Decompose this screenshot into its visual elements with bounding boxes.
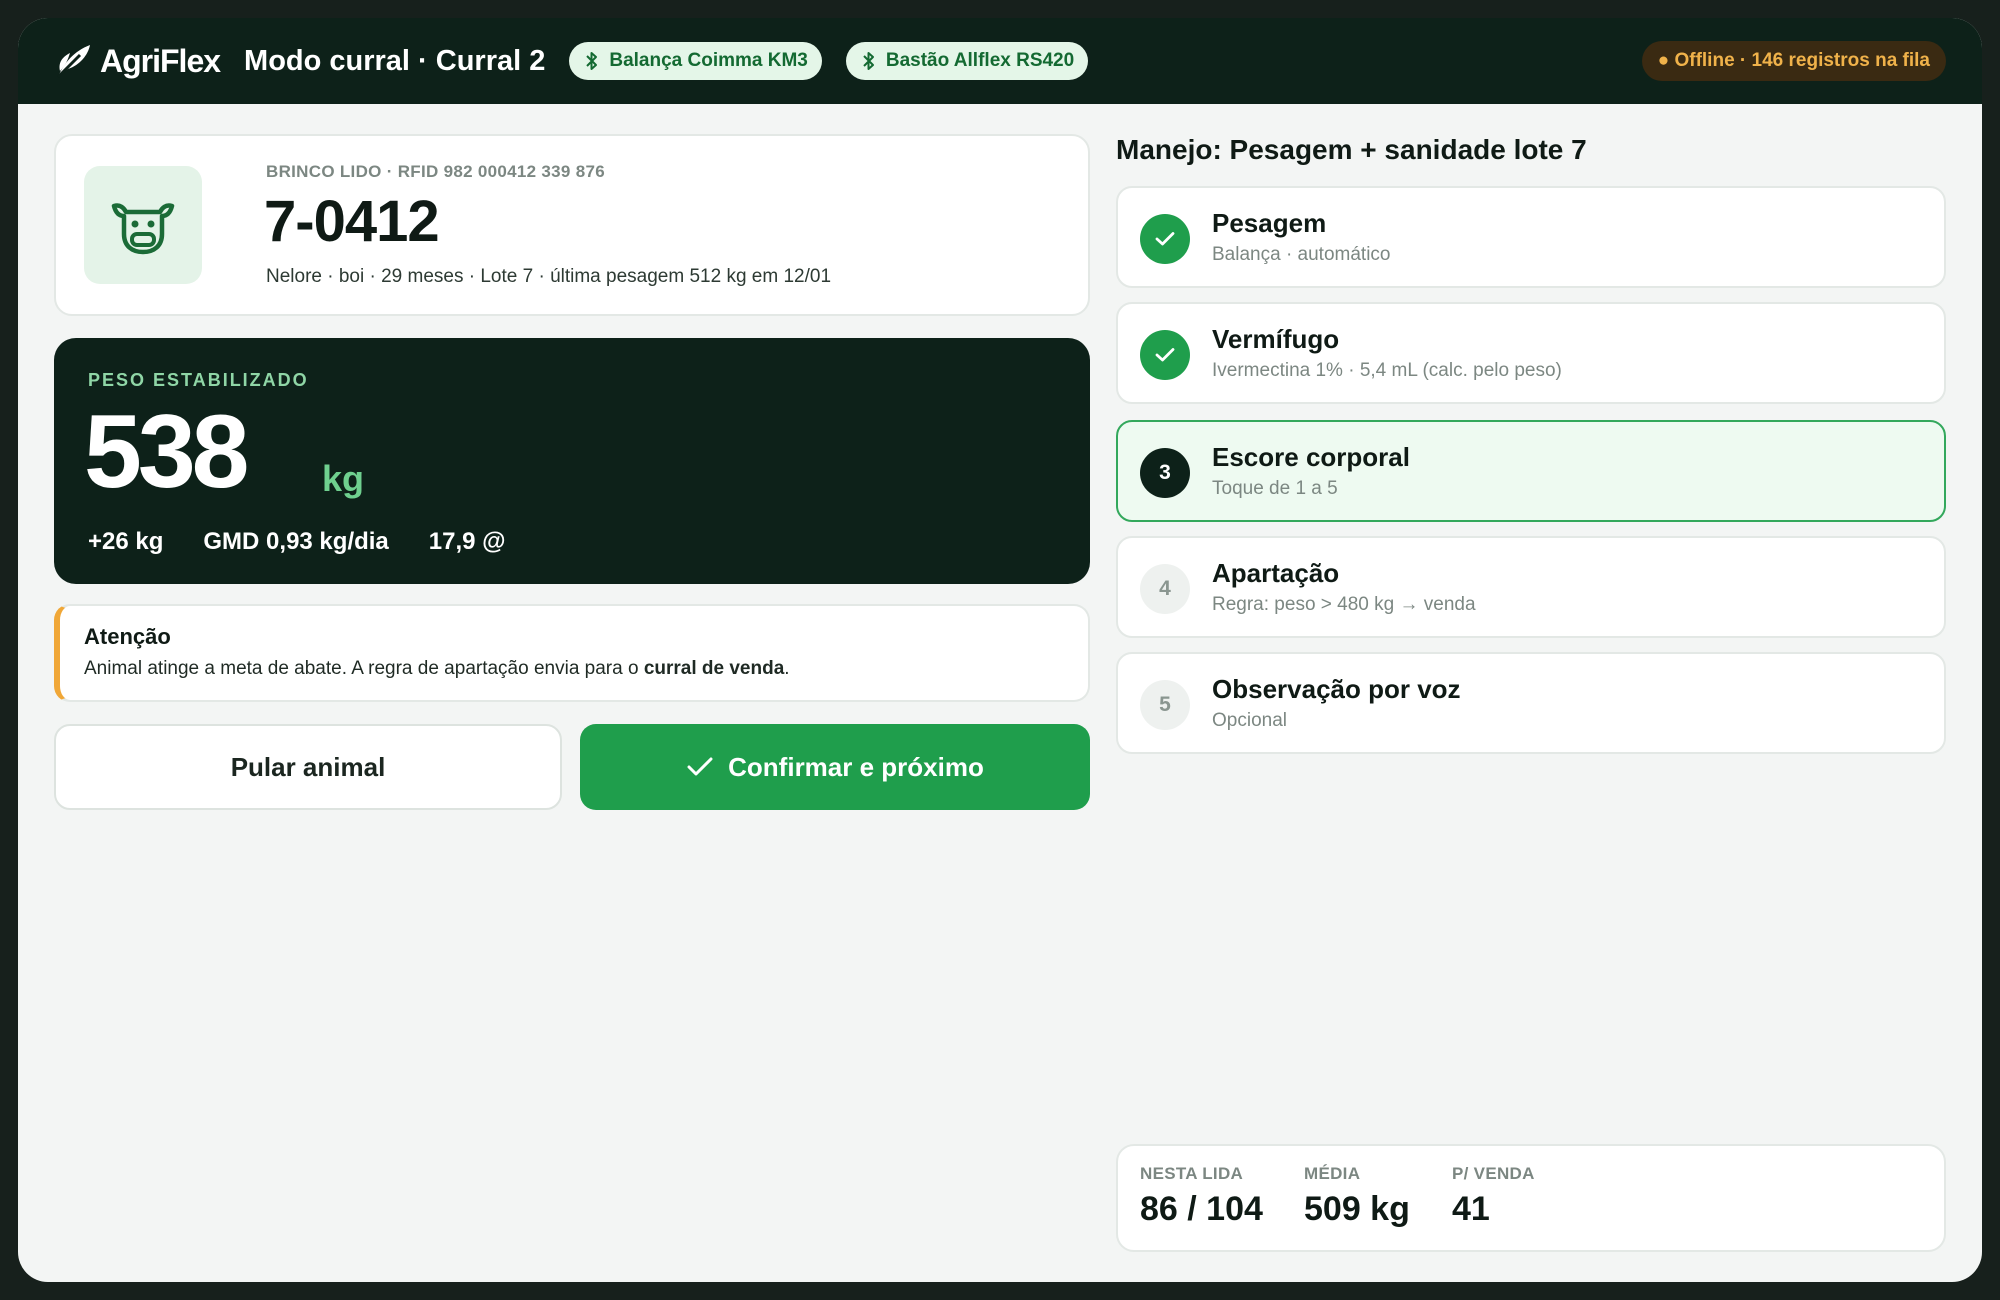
brand-name: AgriFlex (100, 42, 221, 79)
bluetooth-icon (586, 52, 598, 70)
animal-avatar (84, 166, 202, 284)
rfid-label: BRINCO LIDO · RFID 982 000412 339 876 (266, 162, 605, 181)
confirm-button-label: Confirmar e próximo (728, 751, 984, 782)
alert-text-highlight: curral de venda (643, 658, 785, 679)
step-subtitle: Ivermectina 1% · 5,4 mL (calc. pelo peso… (1212, 360, 1562, 381)
step-status-done (1140, 330, 1190, 380)
step-vermifugo[interactable]: Vermífugo Ivermectina 1% · 5,4 mL (calc.… (1116, 302, 1946, 404)
weight-label: PESO ESTABILIZADO (88, 370, 309, 390)
offline-status-text: ● Offline · 146 registros na fila (1657, 50, 1930, 71)
summary-label: MÉDIA (1304, 1164, 1361, 1183)
leaf-icon (56, 45, 90, 79)
animal-meta: Nelore · boi · 29 meses · Lote 7 · últim… (266, 266, 832, 287)
scale-connection-chip[interactable]: Balança Coimma KM3 (569, 42, 822, 80)
step-observacao-voz[interactable]: 5 Observação por voz Opcional (1116, 652, 1946, 754)
step-pesagem[interactable]: Pesagem Balança · automático (1116, 186, 1946, 288)
skip-button-label: Pular animal (230, 751, 386, 782)
step-status-done (1140, 214, 1190, 264)
daily-gain: GMD 0,93 kg/dia (203, 528, 389, 555)
scale-chip-label: Balança Coimma KM3 (609, 50, 808, 71)
summary-value: 41 (1452, 1190, 1490, 1228)
summary-label: P/ VENDA (1452, 1164, 1535, 1183)
step-title: Observação por voz (1212, 674, 1461, 704)
alert-text-after: . (784, 658, 790, 679)
weight-unit: kg (322, 458, 365, 499)
summary-processed: NESTA LIDA 86 / 104 (1140, 1164, 1263, 1229)
step-subtitle: Balança · automático (1212, 244, 1391, 265)
weight-value: 538 (84, 394, 250, 510)
device-screen: AgriFlex Modo curral · Curral 2 Balança … (18, 18, 1982, 1282)
alert-title: Atenção (84, 624, 171, 649)
weight-gain: +26 kg (88, 528, 164, 555)
check-icon (687, 757, 713, 776)
alert-text-before: Animal atinge a meta de abate. A regra d… (84, 658, 644, 679)
check-icon (1155, 348, 1175, 362)
weight-stats: +26 kg GMD 0,93 kg/dia 17,9 @ (88, 528, 506, 556)
skip-animal-button[interactable]: Pular animal (54, 724, 562, 810)
step-title: Escore corporal (1212, 442, 1410, 472)
step-subtitle: Toque de 1 a 5 (1212, 478, 1338, 499)
alert-card: Atenção Animal atinge a meta de abate. A… (54, 604, 1090, 702)
top-bar: AgriFlex Modo curral · Curral 2 Balança … (18, 18, 1982, 104)
brand-logo: AgriFlex (54, 41, 221, 81)
summary-average: MÉDIA 509 kg (1304, 1164, 1410, 1229)
offline-status-badge[interactable]: ● Offline · 146 registros na fila (1641, 41, 1946, 81)
summary-value: 86 / 104 (1140, 1190, 1263, 1228)
check-icon (1155, 232, 1175, 246)
procedure-title: Manejo: Pesagem + sanidade lote 7 (1116, 134, 1587, 165)
step-escore-corporal[interactable]: 3 Escore corporal Toque de 1 a 5 (1116, 420, 1946, 522)
step-subtitle: Regra: peso > 480 kg → venda (1212, 594, 1476, 615)
session-summary-card: NESTA LIDA 86 / 104 MÉDIA 509 kg P/ VEND… (1116, 1144, 1946, 1252)
weight-arroba: 17,9 @ (428, 528, 506, 555)
step-title: Apartação (1212, 558, 1340, 588)
mode-title: Modo curral · Curral 2 (244, 44, 546, 77)
animal-id: 7-0412 (264, 189, 440, 254)
confirm-next-button[interactable]: Confirmar e próximo (580, 724, 1090, 810)
wand-connection-chip[interactable]: Bastão Allflex RS420 (845, 42, 1089, 80)
summary-for-sale: P/ VENDA 41 (1452, 1164, 1535, 1229)
summary-value: 509 kg (1304, 1190, 1410, 1228)
step-number: 4 (1140, 564, 1190, 614)
step-subtitle: Opcional (1212, 710, 1287, 731)
step-number: 5 (1140, 680, 1190, 730)
cow-icon (111, 203, 175, 255)
wand-chip-label: Bastão Allflex RS420 (885, 50, 1075, 71)
step-title: Pesagem (1212, 208, 1327, 238)
animal-card: BRINCO LIDO · RFID 982 000412 339 876 7-… (54, 134, 1090, 316)
summary-label: NESTA LIDA (1140, 1164, 1244, 1183)
step-apartacao[interactable]: 4 Apartação Regra: peso > 480 kg → venda (1116, 536, 1946, 638)
step-title: Vermífugo (1212, 324, 1340, 354)
weight-card: PESO ESTABILIZADO 538 kg +26 kg GMD 0,93… (54, 338, 1090, 584)
step-number: 3 (1140, 448, 1190, 498)
alert-text: Animal atinge a meta de abate. A regra d… (84, 658, 790, 680)
bluetooth-icon (863, 52, 874, 70)
